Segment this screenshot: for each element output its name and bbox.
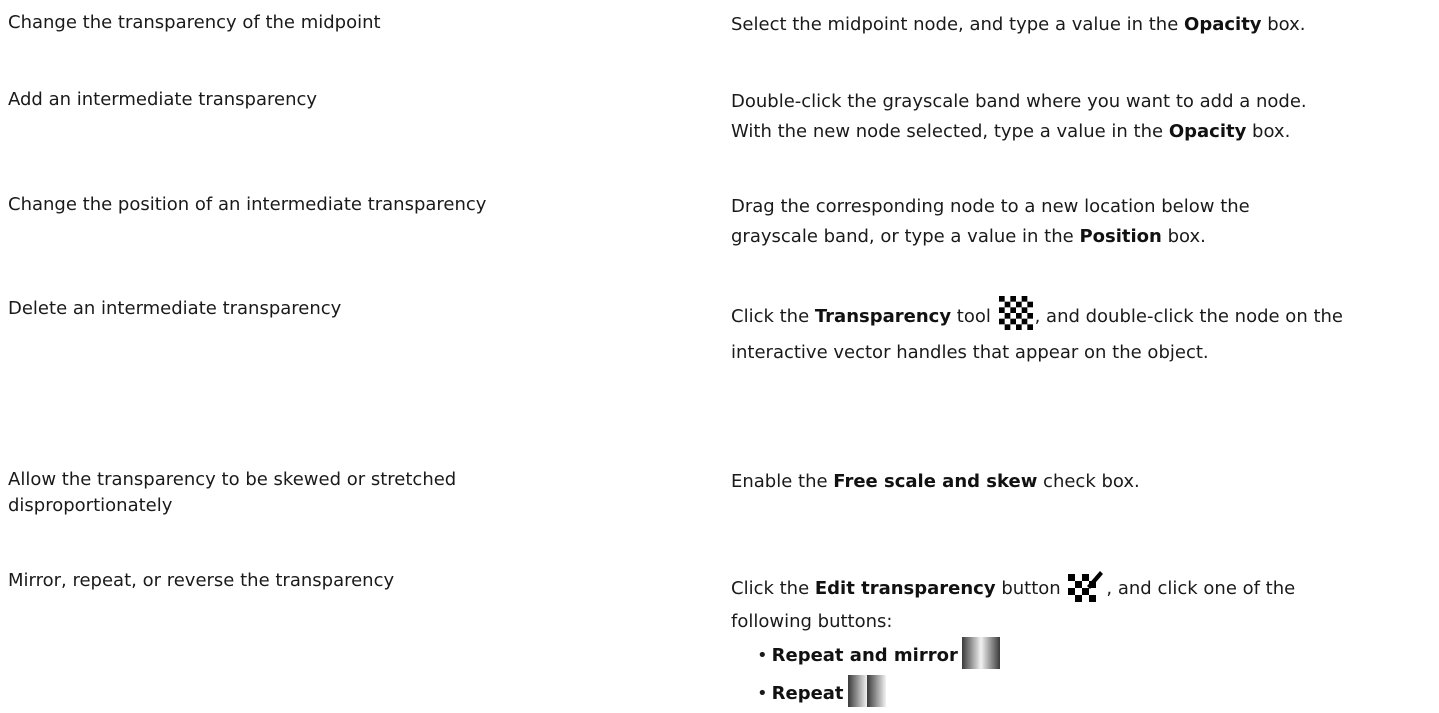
task-cell: Mirror, repeat, or reverse the transpare… xyxy=(8,570,395,591)
checkerboard-pen-icon xyxy=(1068,571,1104,602)
ui-keyword: Free scale and skew xyxy=(833,471,1038,492)
action-text: , and click one of the xyxy=(1106,578,1296,599)
action-text: button xyxy=(995,578,1067,599)
task-text: Allow the transparency to be skewed or s… xyxy=(8,469,457,490)
action-cell: Drag the corresponding node to a new loc… xyxy=(731,192,1431,252)
task-cell: Add an intermediate transparency xyxy=(8,89,318,110)
action-cell: Click the Transparency tool , and double… xyxy=(731,296,1431,371)
task-cell: Delete an intermediate transparency xyxy=(8,298,342,319)
task-cell: Change the position of an intermediate t… xyxy=(8,194,487,215)
task-table: Change the transparency of the midpoint … xyxy=(0,0,1439,710)
action-text: With the new node selected, type a value… xyxy=(731,121,1169,142)
action-text: , and double-click the node on the xyxy=(1034,306,1343,327)
ui-keyword: Transparency xyxy=(814,306,952,327)
action-text: Enable the xyxy=(731,471,834,492)
action-text: check box. xyxy=(1037,471,1140,492)
gradient-repeat-icon xyxy=(847,675,886,707)
ui-keyword: Opacity xyxy=(1168,121,1247,142)
action-cell: Click the Edit transparency button , and… xyxy=(731,568,1431,713)
action-text: following buttons: xyxy=(731,611,893,632)
ui-keyword: Edit transparency xyxy=(814,578,996,599)
list-item: Repeat and mirror xyxy=(757,637,1431,675)
action-text: box. xyxy=(1261,14,1306,35)
task-cell: Change the transparency of the midpoint xyxy=(8,12,381,33)
action-cell: Select the midpoint node, and type a val… xyxy=(731,10,1431,40)
action-text: interactive vector handles that appear o… xyxy=(731,342,1209,363)
action-text: Select the midpoint node, and type a val… xyxy=(731,14,1185,35)
action-text: tool xyxy=(951,306,997,327)
action-text: box. xyxy=(1246,121,1291,142)
ui-keyword: Position xyxy=(1079,226,1162,247)
list-item: Repeat xyxy=(757,675,1431,713)
action-text: box. xyxy=(1161,226,1206,247)
action-text: grayscale band, or type a value in the xyxy=(731,226,1080,247)
action-cell: Double-click the grayscale band where yo… xyxy=(731,87,1431,147)
checkerboard-icon xyxy=(998,296,1033,330)
action-cell: Enable the Free scale and skew check box… xyxy=(731,467,1431,497)
gradient-mirror-icon xyxy=(961,637,1000,669)
ui-keyword: Repeat xyxy=(771,683,844,704)
ui-keyword: Opacity xyxy=(1184,14,1262,35)
action-text: Double-click the grayscale band where yo… xyxy=(731,91,1307,112)
option-list: Repeat and mirror Repeat xyxy=(731,637,1431,713)
task-cell: Allow the transparency to be skewed or s… xyxy=(8,467,568,519)
action-text: Click the xyxy=(731,306,815,327)
action-text: Click the xyxy=(731,578,815,599)
ui-keyword: Repeat and mirror xyxy=(771,645,958,666)
action-text: Drag the corresponding node to a new loc… xyxy=(731,196,1250,217)
task-text: disproportionately xyxy=(8,495,173,516)
